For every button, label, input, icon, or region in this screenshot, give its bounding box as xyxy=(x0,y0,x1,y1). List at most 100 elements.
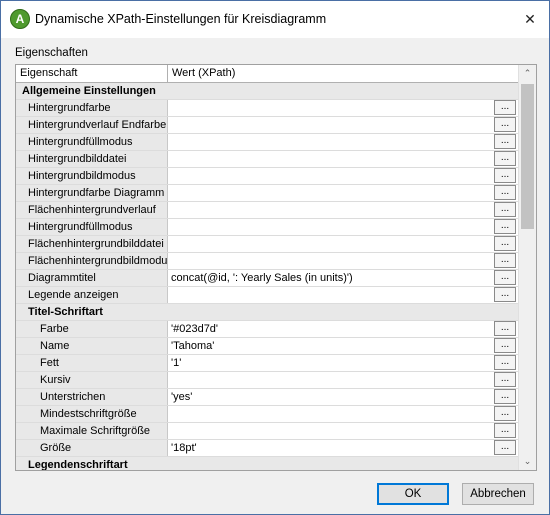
xpath-value-field[interactable] xyxy=(169,134,494,150)
scroll-thumb[interactable] xyxy=(521,84,534,229)
edit-xpath-button[interactable]: ... xyxy=(494,270,516,285)
grid-property-row[interactable]: Hintergrundbildmodus... xyxy=(16,168,518,185)
xpath-value-field[interactable] xyxy=(169,406,494,422)
edit-xpath-button[interactable]: ... xyxy=(494,236,516,251)
edit-xpath-button[interactable]: ... xyxy=(494,423,516,438)
edit-xpath-button[interactable]: ... xyxy=(494,372,516,387)
grid-section-row: Titel-Schriftart xyxy=(16,304,518,321)
grid-property-row[interactable]: Maximale Schriftgröße... xyxy=(16,423,518,440)
property-name: Hintergrundfüllmodus xyxy=(16,219,168,235)
property-name: Unterstrichen xyxy=(16,389,168,405)
section-label: Legendenschriftart xyxy=(16,457,518,470)
property-name: Hintergrundbildmodus xyxy=(16,168,168,184)
edit-xpath-button[interactable]: ... xyxy=(494,202,516,217)
grid-rows: Allgemeine Einstellungen Hintergrundfarbe… xyxy=(16,83,518,470)
property-name: Legende anzeigen xyxy=(16,287,168,303)
scroll-down-arrow-icon[interactable]: ⌄ xyxy=(519,453,536,470)
ok-button[interactable]: OK xyxy=(377,483,449,505)
edit-xpath-button[interactable]: ... xyxy=(494,253,516,268)
property-name: Diagrammtitel xyxy=(16,270,168,286)
edit-xpath-button[interactable]: ... xyxy=(494,406,516,421)
xpath-value-field[interactable]: concat(@id, ': Yearly Sales (in units)') xyxy=(169,270,494,286)
vertical-scrollbar[interactable]: ⌃ ⌄ xyxy=(518,65,536,470)
grid-property-row[interactable]: Flächenhintergrundbildmodus... xyxy=(16,253,518,270)
edit-xpath-button[interactable]: ... xyxy=(494,219,516,234)
property-name: Maximale Schriftgröße xyxy=(16,423,168,439)
xpath-value-field[interactable] xyxy=(169,219,494,235)
edit-xpath-button[interactable]: ... xyxy=(494,151,516,166)
property-name: Kursiv xyxy=(16,372,168,388)
xpath-value-field[interactable] xyxy=(169,236,494,252)
section-label: Allgemeine Einstellungen xyxy=(16,83,518,99)
grid-property-row[interactable]: Flächenhintergrundverlauf... xyxy=(16,202,518,219)
grid-property-row[interactable]: Diagrammtitel concat(@id, ': Yearly Sales… xyxy=(16,270,518,287)
property-name: Hintergrundfarbe xyxy=(16,100,168,116)
column-header-value[interactable]: Wert (XPath) xyxy=(168,65,518,82)
xpath-value-field[interactable] xyxy=(169,372,494,388)
edit-xpath-button[interactable]: ... xyxy=(494,117,516,132)
grid-property-row[interactable]: Hintergrundfüllmodus... xyxy=(16,219,518,236)
edit-xpath-button[interactable]: ... xyxy=(494,355,516,370)
cancel-button[interactable]: Abbrechen xyxy=(462,483,534,505)
title-bar: A Dynamische XPath-Einstellungen für Kre… xyxy=(1,1,549,38)
xpath-value-field[interactable] xyxy=(169,423,494,439)
edit-xpath-button[interactable]: ... xyxy=(494,185,516,200)
property-name: Flächenhintergrundbildmodus xyxy=(16,253,168,269)
grid-section-row: Allgemeine Einstellungen xyxy=(16,83,518,100)
xpath-value-field[interactable] xyxy=(169,253,494,269)
section-label: Titel-Schriftart xyxy=(16,304,518,320)
property-name: Mindestschriftgröße xyxy=(16,406,168,422)
properties-group-label: Eigenschaften xyxy=(15,47,88,59)
xpath-value-field[interactable] xyxy=(169,185,494,201)
grid-property-row[interactable]: Größe '18pt'... xyxy=(16,440,518,457)
grid-section-row: Legendenschriftart xyxy=(16,457,518,470)
column-header-property[interactable]: Eigenschaft xyxy=(16,65,168,82)
edit-xpath-button[interactable]: ... xyxy=(494,168,516,183)
xpath-value-field[interactable]: '1' xyxy=(169,355,494,371)
grid-property-row[interactable]: Hintergrundverlauf Endfarbe... xyxy=(16,117,518,134)
grid-property-row[interactable]: Unterstrichen'yes'... xyxy=(16,389,518,406)
xpath-value-field[interactable] xyxy=(169,168,494,184)
scroll-up-arrow-icon[interactable]: ⌃ xyxy=(519,65,536,82)
grid-property-row[interactable]: Hintergrundfarbe Diagramm... xyxy=(16,185,518,202)
edit-xpath-button[interactable]: ... xyxy=(494,321,516,336)
dialog-title: Dynamische XPath-Einstellungen für Kreis… xyxy=(35,12,327,26)
property-name: Flächenhintergrundverlauf xyxy=(16,202,168,218)
grid-property-row[interactable]: Name 'Tahoma'... xyxy=(16,338,518,355)
properties-grid: Eigenschaft Wert (XPath) Allgemeine Eins… xyxy=(15,64,537,471)
xpath-value-field[interactable] xyxy=(169,287,494,303)
grid-property-row[interactable]: Legende anzeigen... xyxy=(16,287,518,304)
property-name: Hintergrundverlauf Endfarbe xyxy=(16,117,168,133)
property-name: Farbe xyxy=(16,321,168,337)
close-button[interactable]: ✕ xyxy=(515,5,545,33)
property-name: Hintergrundfüllmodus xyxy=(16,134,168,150)
xpath-value-field[interactable]: '#023d7d' xyxy=(169,321,494,337)
edit-xpath-button[interactable]: ... xyxy=(494,100,516,115)
grid-header: Eigenschaft Wert (XPath) xyxy=(16,65,518,83)
xpath-value-field[interactable]: 'Tahoma' xyxy=(169,338,494,354)
property-name: Flächenhintergrundbilddatei xyxy=(16,236,168,252)
grid-property-row[interactable]: Hintergrundfarbe... xyxy=(16,100,518,117)
grid-property-row[interactable]: Kursiv... xyxy=(16,372,518,389)
xpath-value-field[interactable] xyxy=(169,151,494,167)
xpath-value-field[interactable] xyxy=(169,202,494,218)
grid-property-row[interactable]: Hintergrundbilddatei... xyxy=(16,151,518,168)
xpath-value-field[interactable]: 'yes' xyxy=(169,389,494,405)
grid-property-row[interactable]: Flächenhintergrundbilddatei... xyxy=(16,236,518,253)
property-name: Fett xyxy=(16,355,168,371)
edit-xpath-button[interactable]: ... xyxy=(494,134,516,149)
edit-xpath-button[interactable]: ... xyxy=(494,440,516,455)
xpath-value-field[interactable] xyxy=(169,117,494,133)
edit-xpath-button[interactable]: ... xyxy=(494,389,516,404)
property-name: Größe xyxy=(16,440,168,456)
grid-property-row[interactable]: Mindestschriftgröße... xyxy=(16,406,518,423)
grid-property-row[interactable]: Farbe '#023d7d'... xyxy=(16,321,518,338)
edit-xpath-button[interactable]: ... xyxy=(494,338,516,353)
property-name: Name xyxy=(16,338,168,354)
app-icon: A xyxy=(10,9,30,29)
grid-property-row[interactable]: Hintergrundfüllmodus... xyxy=(16,134,518,151)
xpath-value-field[interactable]: '18pt' xyxy=(169,440,494,456)
xpath-value-field[interactable] xyxy=(169,100,494,116)
edit-xpath-button[interactable]: ... xyxy=(494,287,516,302)
grid-property-row[interactable]: Fett '1'... xyxy=(16,355,518,372)
